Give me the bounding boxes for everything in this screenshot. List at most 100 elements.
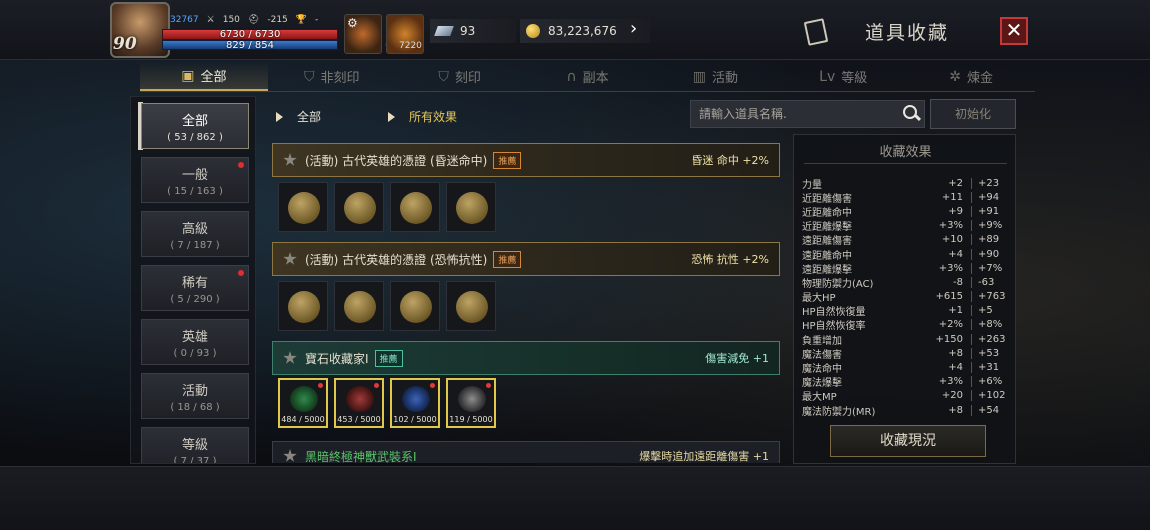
tab-label: 全部 [200,70,227,85]
collection-item[interactable]: 484 / 5000 [278,378,328,428]
notification-dot [430,383,435,388]
collection-item[interactable] [278,182,328,232]
collection-title: (活動) 古代英雄的憑證 (昏迷命中) [305,153,488,168]
sidebar-item-label: 稀有 [181,276,208,291]
reset-button[interactable]: 初始化 [930,99,1016,129]
item-row [278,182,496,232]
tab-label: 刻印 [454,71,481,86]
sidebar-item-advanced[interactable]: 高級 ( 7 / 187 ) [141,211,249,257]
sidebar-item-rare[interactable]: 稀有 ( 5 / 290 ) [141,265,249,311]
collection-effect: 昏迷 命中 +2% [691,154,769,167]
recommend-badge: 推薦 [493,151,522,169]
collection-header[interactable]: (活動) 古代英雄的憑證 (昏迷命中) 推薦 昏迷 命中 +2% [272,143,780,177]
tab-non-engrave[interactable]: ⛉ 非刻印 [268,62,396,91]
collection-item[interactable] [390,281,440,331]
stat-name: 負重增加 [802,335,842,347]
star-icon[interactable] [283,351,297,364]
tab-all[interactable]: ▣ 全部 [140,62,268,91]
collection-item[interactable] [446,281,496,331]
collection-list[interactable]: (活動) 古代英雄的憑證 (昏迷命中) 推薦 昏迷 命中 +2% (活動) 古代… [266,137,786,463]
tab-dungeon[interactable]: ∩ 副本 [524,62,652,91]
collection-item[interactable] [390,182,440,232]
coin-icon [288,291,320,323]
star-icon[interactable] [283,153,297,166]
stat-bonus: +9 [912,205,972,217]
stat-name: 魔法防禦力(MR) [802,406,876,418]
collection-header[interactable]: (活動) 古代英雄的憑證 (恐怖抗性) 推薦 恐怖 抗性 +2% [272,242,780,276]
item-slot[interactable]: 7220 [386,14,424,54]
sidebar-item-label: 一般 [181,168,208,183]
collection-status-button[interactable]: 收藏現況 [830,425,986,457]
notification-dot [238,162,244,168]
collection-item[interactable] [334,182,384,232]
category-filter[interactable]: 全部 [276,108,321,125]
green-gem-icon [290,386,318,412]
collection-item[interactable]: 102 / 5000 [390,378,440,428]
tab-alchemy[interactable]: ✲ 煉金 [907,62,1035,91]
tab-label: 煉金 [966,71,993,86]
collection-item[interactable]: 119 / 5000 [446,378,496,428]
effect-stat-row: 最大MP +20 +102 [802,389,1012,403]
book-icon: ▣ [181,67,195,84]
stat-name: 力量 [802,179,822,191]
coin-icon [344,192,376,224]
sidebar-item-label: 全部 [181,114,208,129]
stat-total: +7% [978,262,1003,274]
blue-gem-icon [402,386,430,412]
sidebar-item-normal[interactable]: 一般 ( 15 / 163 ) [141,157,249,203]
combat-power: 32767 [170,15,199,25]
stat-name: 遠距離傷害 [802,236,852,248]
close-button[interactable]: ✕ [1000,17,1028,45]
tab-engrave[interactable]: ⛉ 刻印 [396,62,524,91]
collection-header[interactable]: 黑暗終極神獸武裝系I 爆擊時追加遠距離傷害 +1 [272,441,780,463]
stat-total: +5 [978,305,993,317]
sidebar-item-hero[interactable]: 英雄 ( 0 / 93 ) [141,319,249,365]
sidebar-item-count: ( 0 / 93 ) [173,348,217,359]
chevron-right-icon[interactable]: › [630,18,637,39]
collection-item[interactable] [446,182,496,232]
effect-stat-row: 遠距離傷害 +10 +89 [802,233,1012,247]
stat-name: 近距離傷害 [802,193,852,205]
effect-stat-row: 近距離命中 +9 +91 [802,204,1012,219]
collection-title: 黑暗終極神獸武裝系I [305,449,417,464]
alchemy-icon: ✲ [949,68,961,85]
collection-item[interactable]: 453 / 5000 [334,378,384,428]
panel-title: 收藏效果 [879,145,932,160]
page-title: 道具收藏 [865,22,950,44]
item-row: 484 / 5000 453 / 5000 102 / 5000 119 / 5… [278,378,496,428]
stat-bonus: +8 [912,404,972,416]
effect-filter-label: 所有效果 [409,110,458,124]
tab-level[interactable]: Lv 等級 [779,62,907,91]
search-icon[interactable] [900,102,924,126]
gem-currency[interactable]: 93 [430,19,516,43]
stat-name: 魔法傷害 [802,349,842,361]
stat-bonus: +10 [912,234,972,246]
sidebar-item-all[interactable]: 全部 ( 53 / 862 ) [141,103,249,149]
potion-slot[interactable]: ⚙ 0 [344,14,391,54]
stat-total: +102 [978,390,1006,402]
collection-item[interactable] [334,281,384,331]
stat-name: 遠距離命中 [802,250,852,262]
sidebar-item-level[interactable]: 等級 ( 7 / 37 ) [141,427,249,463]
play-icon [276,111,283,122]
engrave-icon: ⛉ [438,68,449,85]
effect-stat-row: 負重增加 +150 +263 [802,332,1012,347]
effect-stat-list[interactable]: 力量 +2 +23 近距離傷害 +11 +94 近距離命中 +9 +91 近距離爆擊 +3% +9% 遠… [802,176,1012,421]
sidebar-item-event[interactable]: 活動 ( 18 / 68 ) [141,373,249,419]
effect-stat-row: 近距離爆擊 +3% +9% [802,219,1012,233]
grade-sidebar: 全部 ( 53 / 862 ) 一般 ( 15 / 163 ) 高級 ( 7 / 18… [130,96,256,464]
tab-label: 副本 [582,71,609,86]
search-input[interactable] [691,107,900,121]
stat-rank: - [315,15,319,25]
collection-header[interactable]: 寶石收藏家I 推薦 傷害減免 +1 [272,341,780,375]
star-icon[interactable] [283,252,297,265]
stat-name: 最大MP [802,392,837,404]
sidebar-item-count: ( 5 / 290 ) [170,294,220,305]
tab-event[interactable]: ▥ 活動 [651,62,779,91]
effect-filter[interactable]: 所有效果 [388,108,457,125]
stat-bonus: +615 [912,291,972,303]
star-icon[interactable] [283,449,297,462]
collection-item[interactable] [278,281,328,331]
item-slot-count: 7220 [399,41,422,51]
stat-name: 魔法命中 [802,364,842,376]
